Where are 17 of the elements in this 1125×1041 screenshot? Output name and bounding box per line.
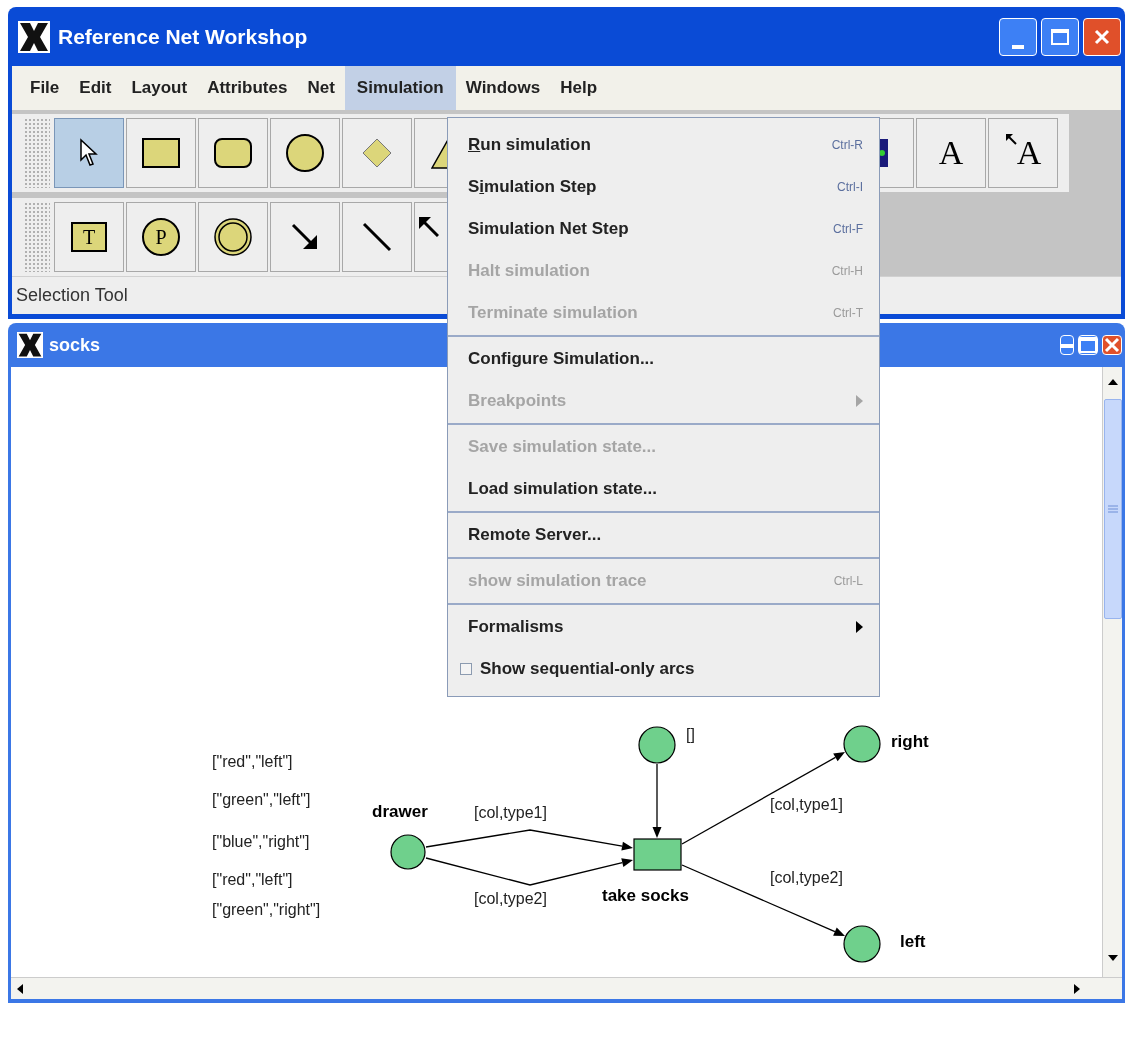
- token-label: ["red","left"]: [212, 754, 293, 770]
- token-label: ["blue","right"]: [212, 834, 310, 850]
- place-label: left: [900, 933, 926, 950]
- token-label: ["green","left"]: [212, 792, 311, 808]
- window-title: socks: [49, 333, 101, 357]
- window-title: Reference Net Workshop: [58, 23, 308, 50]
- status-text: Selection Tool: [16, 284, 128, 307]
- arc-inscription: [col,type1]: [474, 805, 547, 821]
- arc-inscription: [col,type2]: [770, 870, 843, 886]
- place-label: drawer: [372, 803, 428, 820]
- arc-inscription: [col,type2]: [474, 891, 547, 907]
- token-label: []: [686, 727, 695, 743]
- arc-inscription: [col,type1]: [770, 797, 843, 813]
- token-label: ["red","left"]: [212, 872, 293, 888]
- place-label: right: [891, 733, 929, 750]
- token-label: ["green","right"]: [212, 902, 321, 918]
- transition-label: take socks: [602, 887, 689, 904]
